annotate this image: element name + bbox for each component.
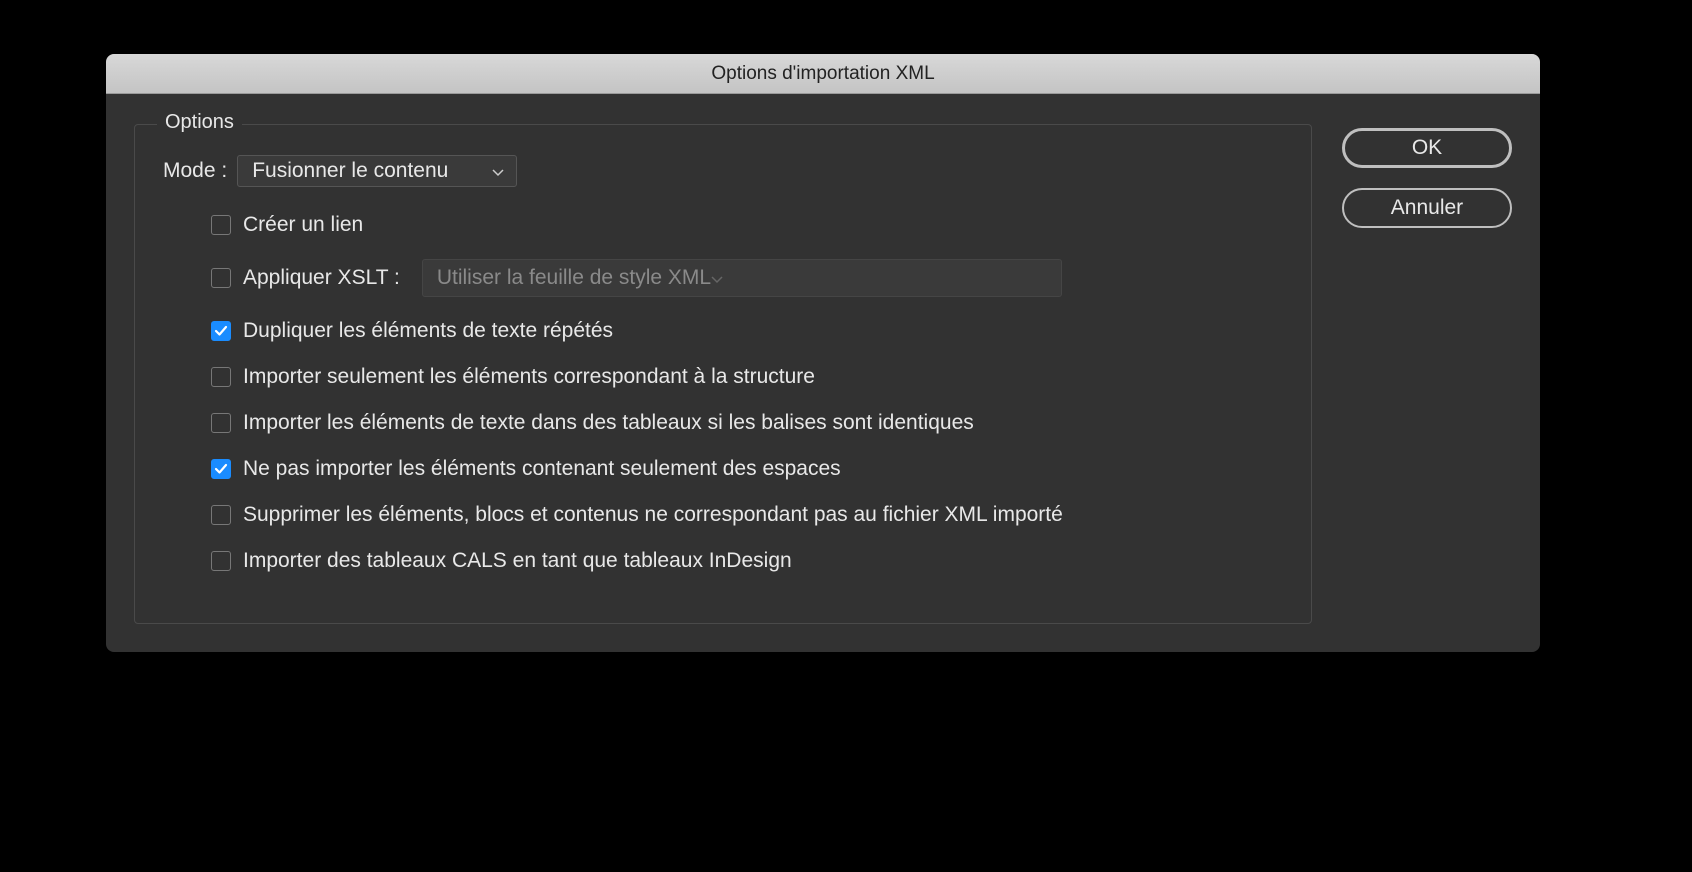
option-label: Importer les éléments de texte dans des … bbox=[243, 411, 974, 435]
option-label: Dupliquer les éléments de texte répétés bbox=[243, 319, 613, 343]
checkbox-no-whitespace-only[interactable] bbox=[211, 459, 231, 479]
button-column: OK Annuler bbox=[1342, 124, 1512, 624]
mode-label: Mode : bbox=[163, 159, 227, 183]
dialog-title: Options d'importation XML bbox=[711, 63, 934, 85]
option-duplicate-repeated: Dupliquer les éléments de texte répétés bbox=[163, 319, 1283, 343]
mode-row: Mode : Fusionner le contenu bbox=[163, 155, 1283, 187]
option-label: Appliquer XSLT : bbox=[243, 266, 400, 290]
chevron-down-icon bbox=[492, 159, 504, 183]
ok-button[interactable]: OK bbox=[1342, 128, 1512, 168]
button-label: Annuler bbox=[1391, 196, 1463, 220]
option-apply-xslt: Appliquer XSLT : Utiliser la feuille de … bbox=[163, 259, 1283, 297]
button-label: OK bbox=[1412, 136, 1442, 160]
checkbox-delete-unmatched[interactable] bbox=[211, 505, 231, 525]
panel-legend: Options bbox=[157, 111, 242, 134]
checkbox-import-into-tables[interactable] bbox=[211, 413, 231, 433]
mode-select[interactable]: Fusionner le contenu bbox=[237, 155, 517, 187]
option-label: Importer seulement les éléments correspo… bbox=[243, 365, 815, 389]
option-label: Importer des tableaux CALS en tant que t… bbox=[243, 549, 792, 573]
checkbox-import-cals-tables[interactable] bbox=[211, 551, 231, 571]
mode-select-value: Fusionner le contenu bbox=[252, 159, 448, 183]
option-label: Créer un lien bbox=[243, 213, 363, 237]
dialog-body: Options Mode : Fusionner le contenu Crée… bbox=[106, 94, 1540, 652]
chevron-down-icon bbox=[711, 266, 723, 290]
cancel-button[interactable]: Annuler bbox=[1342, 188, 1512, 228]
option-create-link: Créer un lien bbox=[163, 213, 1283, 237]
dialog-titlebar: Options d'importation XML bbox=[106, 54, 1540, 94]
checkbox-apply-xslt[interactable] bbox=[211, 268, 231, 288]
xslt-select-value: Utiliser la feuille de style XML bbox=[437, 266, 711, 290]
xml-import-dialog: Options d'importation XML Options Mode :… bbox=[106, 54, 1540, 652]
option-label: Ne pas importer les éléments contenant s… bbox=[243, 457, 841, 481]
checkbox-create-link[interactable] bbox=[211, 215, 231, 235]
checkbox-duplicate-repeated[interactable] bbox=[211, 321, 231, 341]
option-import-into-tables: Importer les éléments de texte dans des … bbox=[163, 411, 1283, 435]
option-delete-unmatched: Supprimer les éléments, blocs et contenu… bbox=[163, 503, 1283, 527]
option-no-whitespace-only: Ne pas importer les éléments contenant s… bbox=[163, 457, 1283, 481]
checkbox-import-matching-structure[interactable] bbox=[211, 367, 231, 387]
option-import-matching-structure: Importer seulement les éléments correspo… bbox=[163, 365, 1283, 389]
option-label: Supprimer les éléments, blocs et contenu… bbox=[243, 503, 1063, 527]
option-import-cals-tables: Importer des tableaux CALS en tant que t… bbox=[163, 549, 1283, 573]
options-panel: Options Mode : Fusionner le contenu Crée… bbox=[134, 124, 1312, 624]
xslt-select: Utiliser la feuille de style XML bbox=[422, 259, 1062, 297]
